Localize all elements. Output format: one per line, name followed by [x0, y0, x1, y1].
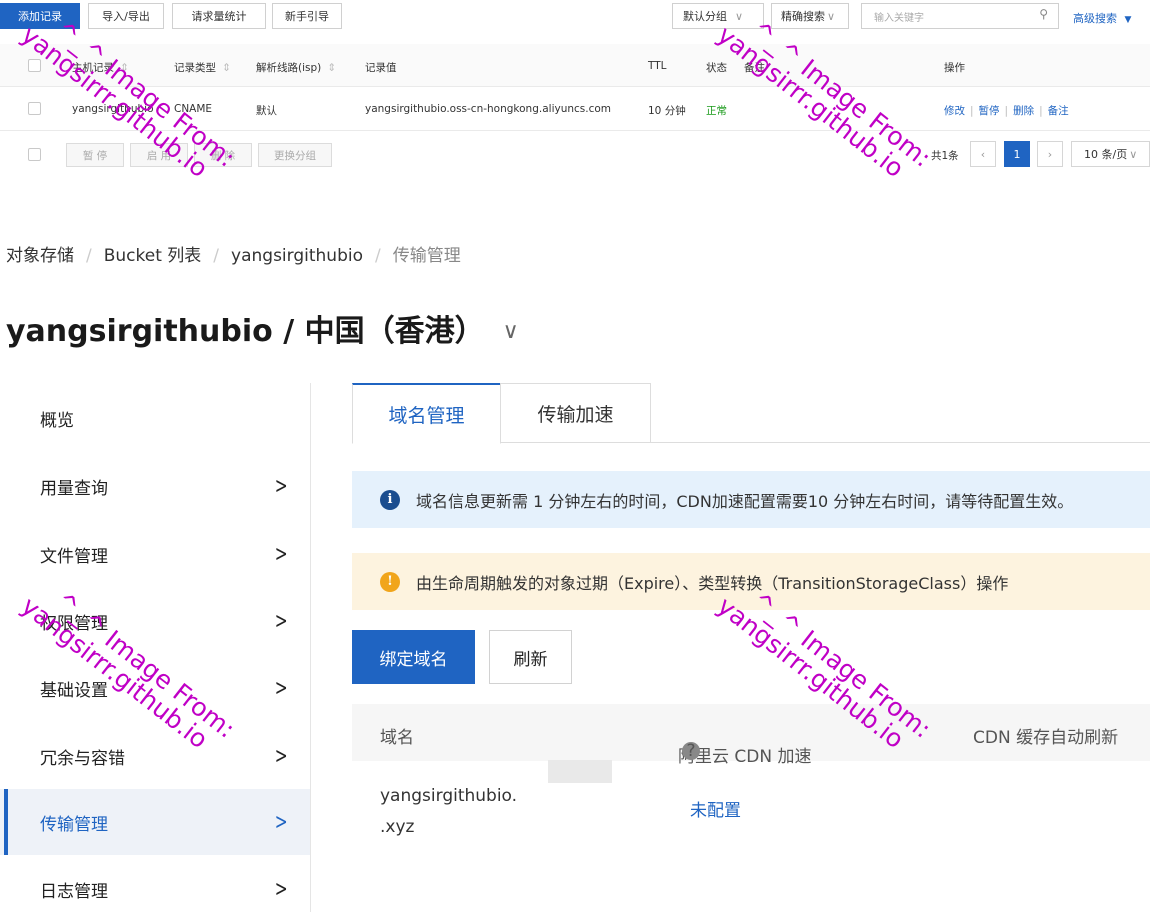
warning-icon: !	[380, 571, 400, 592]
column-actions: 操作	[944, 62, 965, 74]
domain-cell: yangsirgithubio. .xyz	[380, 781, 517, 843]
chevron-down-icon: ∨	[827, 9, 836, 23]
chevron-down-icon: ∨	[1129, 147, 1138, 161]
sidebar-item-redundancy[interactable]: 冗余与容错 >	[0, 723, 310, 789]
dns-table-header	[0, 44, 1150, 86]
column-value: 记录值	[365, 62, 397, 74]
remark-link[interactable]: 备注	[1048, 105, 1069, 117]
column-domain: 域名	[380, 728, 414, 748]
search-mode-label: 精确搜索	[781, 10, 825, 23]
domain-name-line2: .xyz	[380, 817, 415, 837]
chevron-down-icon[interactable]: ∨	[503, 319, 519, 344]
sort-icon[interactable]: ⇕	[327, 62, 336, 74]
info-banner: i 域名信息更新需 1 分钟左右的时间，CDN加速配置需要10 分钟左右时间，请…	[352, 471, 1150, 528]
sort-icon[interactable]: ⇕	[222, 62, 231, 74]
column-ttl: TTL	[648, 60, 667, 72]
column-cdn-refresh: CDN 缓存自动刷新	[973, 728, 1119, 748]
bulk-select-checkbox[interactable]	[28, 148, 41, 161]
chevron-right-icon: >	[274, 743, 288, 769]
guide-button[interactable]: 新手引导	[272, 3, 342, 29]
search-icon[interactable]: ⚲	[1039, 7, 1048, 21]
cdn-status-link[interactable]: 未配置	[690, 796, 741, 821]
advanced-search-link[interactable]: 高级搜索 ▼	[1073, 10, 1131, 26]
breadcrumb: 对象存储 / Bucket 列表 / yangsirgithubio / 传输管理	[6, 246, 461, 266]
sidebar: 概览 用量查询 > 文件管理 > 权限管理 > 基础设置 > 冗余与容错 > 传输管理 > …	[0, 383, 311, 912]
breadcrumb-current: 传输管理	[392, 246, 461, 266]
search-mode-select[interactable]: 精确搜索 ∨	[771, 3, 849, 29]
row-checkbox[interactable]	[28, 102, 41, 115]
sidebar-item-logs[interactable]: 日志管理 >	[0, 856, 310, 912]
chevron-right-icon: >	[274, 675, 288, 701]
bind-domain-button[interactable]: 绑定域名	[352, 630, 475, 684]
page-current[interactable]: 1	[1004, 141, 1030, 167]
refresh-button[interactable]: 刷新	[489, 630, 572, 684]
advanced-search-label: 高级搜索	[1073, 12, 1117, 25]
record-actions: 修改 | 暂停 | 删除 | 备注	[944, 105, 1069, 117]
chevron-right-icon: >	[274, 541, 288, 567]
chevron-right-icon: >	[274, 809, 288, 835]
bulk-pause-button[interactable]: 暂 停	[66, 143, 124, 167]
domain-table-header: 域名 阿里云 CDN 加速? CDN 缓存自动刷新	[352, 704, 1150, 767]
chevron-right-icon: >	[274, 876, 288, 902]
group-select-label: 默认分组	[683, 10, 727, 23]
search-placeholder: 输入关键字	[874, 12, 924, 24]
column-type[interactable]: 记录类型 ⇕	[174, 60, 231, 75]
next-page-icon[interactable]: ›	[1037, 141, 1063, 167]
breadcrumb-oss[interactable]: 对象存储	[6, 246, 74, 266]
info-icon: i	[380, 489, 400, 510]
page-title[interactable]: yangsirgithubio / 中国（香港） ∨	[6, 306, 519, 350]
column-status: 状态	[706, 62, 727, 74]
sidebar-item-usage[interactable]: 用量查询 >	[0, 453, 310, 519]
request-stats-button[interactable]: 请求量统计	[172, 3, 266, 29]
sidebar-item-overview[interactable]: 概览	[0, 385, 310, 451]
tab-bar: 域名管理 传输加速	[352, 383, 1150, 444]
record-ttl: 10 分钟	[648, 105, 686, 117]
tab-domain-management[interactable]: 域名管理	[352, 383, 501, 444]
keyword-search-input[interactable]: 输入关键字 ⚲	[861, 3, 1059, 29]
column-line[interactable]: 解析线路(isp) ⇕	[256, 60, 336, 75]
record-value: yangsirgithubio.oss-cn-hongkong.aliyuncs…	[365, 103, 612, 115]
breadcrumb-bucket-list[interactable]: Bucket 列表	[104, 246, 202, 266]
breadcrumb-bucket[interactable]: yangsirgithubio	[231, 246, 363, 266]
delete-link[interactable]: 删除	[1013, 105, 1034, 117]
record-status: 正常	[706, 105, 727, 117]
bulk-change-group-button[interactable]: 更换分组	[258, 143, 332, 167]
chevron-right-icon: >	[274, 608, 288, 634]
edit-link[interactable]: 修改	[944, 105, 965, 117]
import-export-button[interactable]: 导入/导出	[88, 3, 164, 29]
info-banner-text: 域名信息更新需 1 分钟左右的时间，CDN加速配置需要10 分钟左右时间，请等待…	[416, 491, 1074, 511]
record-line: 默认	[256, 105, 277, 117]
help-icon[interactable]: ?	[682, 742, 700, 760]
domain-name-line1: yangsirgithubio.	[380, 786, 518, 806]
warning-banner-text: 由生命周期触发的对象过期（Expire）、类型转换（TransitionStor…	[416, 573, 1009, 593]
page-size-select[interactable]: 10 条/页 ∨	[1071, 141, 1150, 167]
sidebar-item-transfer[interactable]: 传输管理 >	[0, 789, 310, 855]
bucket-title: yangsirgithubio / 中国（香港）	[6, 314, 485, 349]
page-size-label: 10 条/页	[1084, 148, 1128, 161]
chevron-right-icon: >	[274, 473, 288, 499]
pause-link[interactable]: 暂停	[979, 105, 1000, 117]
redaction-mask	[548, 760, 612, 783]
caret-down-icon: ▼	[1124, 15, 1132, 25]
prev-page-icon[interactable]: ‹	[970, 141, 996, 167]
tab-transfer-acceleration[interactable]: 传输加速	[500, 383, 651, 443]
